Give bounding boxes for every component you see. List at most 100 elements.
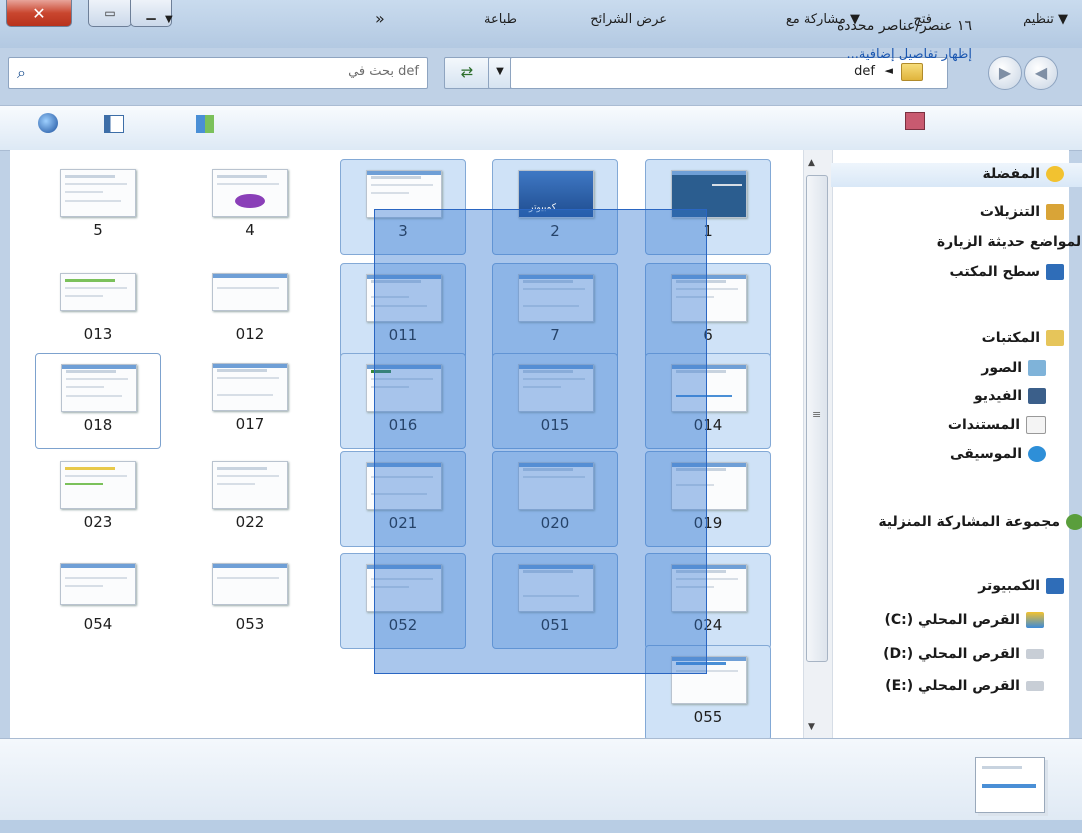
show-more-details-link[interactable]: إظهار تفاصيل إضافية... [846, 47, 972, 62]
nav-videos[interactable]: الفيديو [974, 388, 1046, 404]
file-name: 053 [235, 615, 265, 633]
help-icon[interactable] [38, 113, 58, 133]
nav-label: المواضع حديثة الزيارة [936, 234, 1082, 250]
chevron-left-icon[interactable]: ◄ [885, 64, 893, 77]
breadcrumb[interactable]: def [854, 64, 875, 79]
file-tile[interactable]: 012 [187, 263, 313, 359]
file-name: 022 [235, 513, 265, 531]
file-tile[interactable]: 013 [35, 263, 161, 359]
nav-label: الكمبيوتر [978, 578, 1040, 594]
desktop-icon [1046, 264, 1064, 280]
file-tile[interactable]: 017 [187, 353, 313, 449]
computer-icon [1046, 578, 1064, 594]
nav-downloads[interactable]: التنزيلات [980, 204, 1064, 220]
forward-button[interactable]: ▶ [988, 56, 1022, 90]
search-input[interactable]: ⌕ بحث في def [8, 57, 428, 89]
nav-drive-e[interactable]: القرص المحلي (:E) [885, 678, 1044, 694]
more-commands-button[interactable]: » [375, 9, 385, 28]
nav-recent-places[interactable]: المواضع حديثة الزيارة [937, 234, 1082, 250]
file-thumbnail [212, 563, 288, 605]
window-bottom-frame [0, 820, 1082, 833]
nav-drive-d[interactable]: القرص المحلي (:D) [883, 646, 1044, 662]
nav-label: القرص المحلي (:D) [883, 646, 1020, 662]
nav-label: سطح المكتب [949, 264, 1041, 280]
file-tile[interactable]: 5 [35, 159, 161, 255]
close-button[interactable]: ✕ [6, 0, 72, 27]
libraries-icon [1046, 330, 1064, 346]
back-button[interactable]: ◀ [1024, 56, 1058, 90]
nav-label: التنزيلات [979, 204, 1040, 220]
file-thumbnail [212, 363, 288, 411]
music-icon [1028, 446, 1046, 462]
file-tile[interactable]: 4 [187, 159, 313, 255]
file-tile[interactable]: 018 [35, 353, 161, 449]
nav-label: الفيديو [974, 388, 1022, 404]
file-thumbnail [60, 461, 136, 509]
slideshow-button[interactable]: عرض الشرائح [590, 12, 667, 27]
nav-label: القرص المحلي (:C) [884, 612, 1020, 628]
documents-icon [1026, 416, 1046, 434]
file-tile[interactable]: 053 [187, 553, 313, 649]
file-tile[interactable]: 054 [35, 553, 161, 649]
pictures-icon [1028, 360, 1046, 376]
folder-icon [901, 63, 923, 81]
nav-drive-c[interactable]: القرص المحلي (:C) [884, 612, 1044, 628]
search-icon: ⌕ [17, 63, 26, 82]
views-icon[interactable] [196, 115, 214, 133]
file-thumbnail [212, 169, 288, 217]
file-tile[interactable]: 022 [187, 451, 313, 547]
drive-icon [1026, 649, 1044, 659]
file-thumbnail [60, 273, 136, 311]
windows-drive-icon [1026, 612, 1044, 628]
nav-libraries[interactable]: المكتبات [982, 330, 1064, 346]
details-pane [0, 738, 1082, 821]
file-thumbnail [60, 563, 136, 605]
file-name: 013 [83, 325, 113, 343]
file-thumbnail [212, 273, 288, 311]
file-name: 5 [93, 221, 103, 239]
homegroup-icon [1066, 514, 1082, 530]
selection-count: ١٦ عنصر/عناصر محددة [836, 18, 972, 34]
nav-homegroup[interactable]: مجموعة المشاركة المنزلية [878, 514, 1082, 530]
nav-music[interactable]: الموسيقى [950, 446, 1046, 462]
file-name: 023 [83, 513, 113, 531]
selection-marquee [374, 209, 707, 674]
nav-desktop[interactable]: سطح المكتب [949, 264, 1064, 280]
videos-icon [1028, 388, 1046, 404]
file-name: 018 [83, 416, 113, 434]
preview-pane-icon[interactable] [104, 115, 124, 133]
print-button[interactable]: طباعة [484, 12, 517, 27]
nav-label: القرص المحلي (:E) [885, 678, 1020, 694]
file-name: 4 [245, 221, 255, 239]
file-thumbnail [60, 169, 136, 217]
downloads-folder-icon [1046, 204, 1064, 220]
nav-computer[interactable]: الكمبيوتر [978, 578, 1064, 594]
nav-tree: المفضلة التنزيلات المواضع حديثة الزيارة … [803, 150, 1082, 738]
nav-label: المكتبات [981, 330, 1040, 346]
nav-label: المفضلة [982, 166, 1040, 182]
file-name: 055 [693, 708, 723, 726]
nav-documents[interactable]: المستندات [948, 416, 1046, 434]
address-dropdown-button[interactable]: ▼ [488, 57, 512, 89]
file-name: 054 [83, 615, 113, 633]
views-dropdown-button[interactable]: ▼ [165, 14, 173, 25]
nav-favorites[interactable]: المفضلة [982, 166, 1064, 182]
maximize-button[interactable]: ▭ [88, 0, 132, 27]
file-name: 012 [235, 325, 265, 343]
open-image-icon [905, 112, 925, 130]
file-name: 017 [235, 415, 265, 433]
file-thumbnail [61, 364, 137, 412]
nav-label: مجموعة المشاركة المنزلية [878, 514, 1060, 530]
nav-label: الموسيقى [950, 446, 1022, 462]
nav-pictures[interactable]: الصور [981, 360, 1046, 376]
refresh-button[interactable]: ⇄ [444, 57, 490, 89]
file-tile[interactable]: 023 [35, 451, 161, 547]
selection-preview-icon [975, 757, 1045, 813]
search-placeholder: بحث في def [348, 64, 419, 79]
file-thumbnail [212, 461, 288, 509]
organize-menu[interactable]: تنظيم ▼ [1023, 12, 1068, 27]
nav-label: الصور [981, 360, 1022, 376]
star-icon [1046, 166, 1064, 182]
nav-label: المستندات [947, 417, 1020, 433]
drive-icon [1026, 681, 1044, 691]
